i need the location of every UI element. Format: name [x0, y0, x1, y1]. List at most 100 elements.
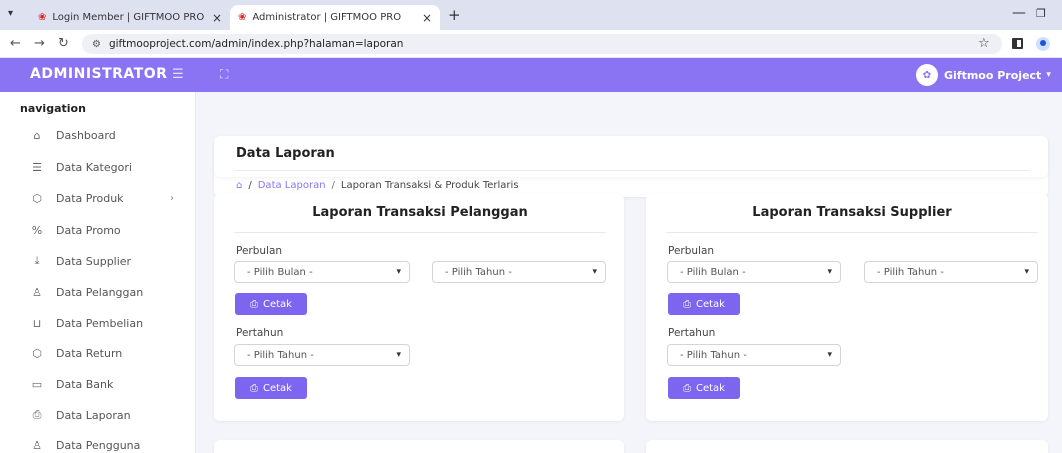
sidebar-item-label: Data Produk — [56, 191, 124, 205]
monthly-label: Perbulan — [236, 245, 283, 257]
header-divider — [234, 170, 1030, 171]
side-panel-icon[interactable] — [1012, 38, 1023, 49]
panel-title: Laporan Transaksi Pelanggan — [312, 205, 528, 220]
sidebar-item-label: Data Pelanggan — [56, 285, 144, 299]
breadcrumb-link-data-laporan[interactable]: Data Laporan — [258, 180, 326, 191]
month-select[interactable]: - Pilih Bulan - ▾ — [234, 261, 410, 283]
breadcrumb-separator: / — [331, 180, 335, 191]
button-label: Cetak — [263, 382, 292, 394]
sidebar-item-data-bank[interactable]: ▭ Data Bank — [28, 373, 188, 395]
yearly-select-value: - Pilih Tahun - — [680, 349, 747, 361]
home-icon[interactable]: ⌂ — [236, 180, 242, 191]
page-title: Data Laporan — [236, 146, 335, 161]
chevron-down-icon: ▾ — [396, 267, 401, 277]
printer-icon: ⎙ — [32, 408, 42, 421]
sidebar-item-label: Data Pengguna — [56, 438, 141, 452]
profile-icon[interactable] — [1036, 37, 1050, 51]
browser-tab-administrator[interactable]: ❀ Administrator | GIFTMOO PRO × — [230, 5, 440, 30]
users-icon: ♙ — [32, 285, 42, 299]
back-arrow-icon[interactable]: ← — [10, 36, 21, 51]
sidebar-item-data-promo[interactable]: % Data Promo — [28, 219, 188, 241]
yearly-year-select[interactable]: - Pilih Tahun - ▾ — [234, 344, 410, 366]
sidebar-item-label: Data Kategori — [56, 160, 132, 174]
tab-close-icon[interactable]: × — [212, 11, 222, 25]
user-menu[interactable]: ✿ Giftmoo Project ▾ — [916, 64, 1051, 86]
reload-icon[interactable]: ↻ — [58, 36, 69, 51]
sidebar-item-data-supplier[interactable]: ⤓ Data Supplier — [28, 250, 188, 272]
year-select-value: - Pilih Tahun - — [877, 266, 944, 278]
sidebar-item-data-return[interactable]: ⬡ Data Return — [28, 342, 188, 364]
browser-tab-login[interactable]: ❀ Login Member | GIFTMOO PRO × — [30, 5, 230, 30]
printer-icon: ⎙ — [683, 298, 691, 310]
year-select[interactable]: - Pilih Tahun - ▾ — [864, 261, 1038, 283]
sidebar-item-data-kategori[interactable]: ☰ Data Kategori — [28, 156, 188, 178]
download-icon: ⤓ — [34, 254, 40, 267]
panel-divider — [666, 232, 1038, 233]
button-label: Cetak — [696, 382, 725, 394]
cart-icon: ⊔ — [32, 316, 42, 330]
yearly-select-value: - Pilih Tahun - — [247, 349, 314, 361]
year-select[interactable]: - Pilih Tahun - ▾ — [432, 261, 606, 283]
user-name: Giftmoo Project — [944, 68, 1042, 82]
forward-arrow-icon[interactable]: → — [34, 36, 45, 51]
url-field[interactable]: ⚙ giftmooproject.com/admin/index.php?hal… — [82, 34, 1002, 54]
sidebar-item-data-produk[interactable]: ⬡ Data Produk › — [28, 187, 188, 209]
yearly-label: Pertahun — [236, 327, 284, 339]
year-select-value: - Pilih Tahun - — [445, 266, 512, 278]
yearly-year-select[interactable]: - Pilih Tahun - ▾ — [667, 344, 841, 366]
next-card-right — [646, 440, 1048, 453]
print-monthly-button[interactable]: ⎙ Cetak — [668, 293, 740, 315]
yearly-label: Pertahun — [668, 327, 716, 339]
tab-title: Administrator | GIFTMOO PRO — [252, 12, 402, 23]
breadcrumb-current: Laporan Transaksi & Produk Terlaris — [340, 180, 519, 191]
button-label: Cetak — [696, 298, 725, 310]
sidebar-item-dashboard[interactable]: ⌂ Dashboard — [28, 124, 188, 146]
sidebar-item-data-laporan[interactable]: ⎙ Data Laporan — [28, 404, 188, 426]
breadcrumb-separator: / — [248, 180, 252, 191]
sidebar-item-label: Data Bank — [56, 377, 114, 391]
avatar: ✿ — [916, 64, 938, 86]
menu-toggle-icon[interactable]: ☰ — [172, 67, 184, 82]
chevron-right-icon: › — [170, 192, 174, 204]
panel-title: Laporan Transaksi Supplier — [752, 205, 952, 220]
sidebar-item-label: Data Pembelian — [56, 316, 144, 330]
printer-icon: ⎙ — [250, 382, 258, 394]
brand-title: ADMINISTRATOR — [30, 66, 168, 82]
sidebar: navigation ⌂ Dashboard ☰ Data Kategori ⬡… — [0, 92, 196, 453]
sidebar-item-data-pengguna[interactable]: ♙ Data Pengguna — [28, 434, 188, 453]
sidebar-item-data-pembelian[interactable]: ⊔ Data Pembelian — [28, 312, 188, 334]
app-header: ADMINISTRATOR ☰ ⛶ ✿ Giftmoo Project ▾ — [0, 58, 1062, 92]
bookmark-star-icon[interactable]: ☆ — [978, 36, 990, 51]
sidebar-item-label: Data Laporan — [56, 408, 131, 422]
fullscreen-icon[interactable]: ⛶ — [220, 67, 228, 82]
site-settings-icon[interactable]: ⚙ — [92, 39, 101, 50]
chevron-down-icon: ▾ — [827, 350, 832, 360]
address-bar-row: ← → ↻ ⚙ giftmooproject.com/admin/index.p… — [0, 30, 1062, 58]
tab-search-icon[interactable]: ▾ — [8, 8, 13, 19]
sidebar-item-label: Data Return — [56, 346, 123, 360]
list-icon: ☰ — [32, 160, 42, 174]
browser-tab-bar: ▾ ❀ Login Member | GIFTMOO PRO × ❀ Admin… — [0, 0, 1062, 30]
sidebar-heading: navigation — [20, 102, 86, 115]
button-label: Cetak — [263, 298, 292, 310]
url-text: giftmooproject.com/admin/index.php?halam… — [108, 38, 404, 50]
card-icon: ▭ — [31, 377, 43, 391]
sidebar-item-data-pelanggan[interactable]: ♙ Data Pelanggan — [28, 281, 188, 303]
next-card-left — [214, 440, 624, 453]
restore-window-icon[interactable]: ❐ — [1036, 7, 1046, 20]
tab-title: Login Member | GIFTMOO PRO — [52, 12, 205, 23]
chevron-down-icon: ▾ — [396, 350, 401, 360]
new-tab-button[interactable]: + — [448, 6, 461, 24]
print-yearly-button[interactable]: ⎙ Cetak — [235, 377, 307, 399]
minimize-icon[interactable]: — — [1012, 5, 1026, 21]
print-yearly-button[interactable]: ⎙ Cetak — [668, 377, 740, 399]
print-monthly-button[interactable]: ⎙ Cetak — [235, 293, 307, 315]
panel-divider — [234, 232, 606, 233]
user-icon: ♙ — [32, 438, 42, 452]
box-icon: ⬡ — [32, 191, 42, 205]
month-select[interactable]: - Pilih Bulan - ▾ — [667, 261, 841, 283]
percent-icon: % — [31, 223, 43, 237]
tab-close-icon[interactable]: × — [422, 11, 432, 25]
breadcrumb: ⌂ / Data Laporan / Laporan Transaksi & P… — [236, 180, 519, 191]
giftmoo-favicon-icon: ❀ — [238, 12, 247, 23]
